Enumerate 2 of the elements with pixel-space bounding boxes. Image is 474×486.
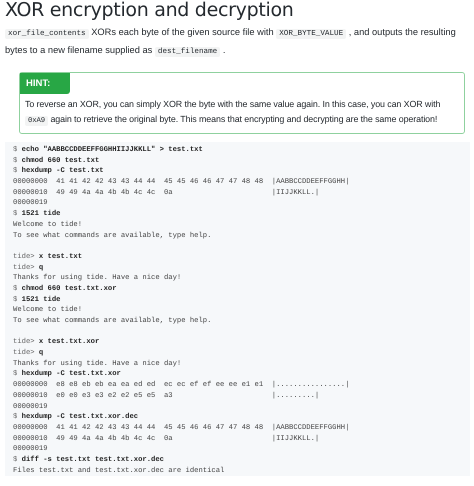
section-heading: XOR encryption and decryption (5, 0, 295, 21)
hint-label: HINT: (20, 73, 70, 94)
